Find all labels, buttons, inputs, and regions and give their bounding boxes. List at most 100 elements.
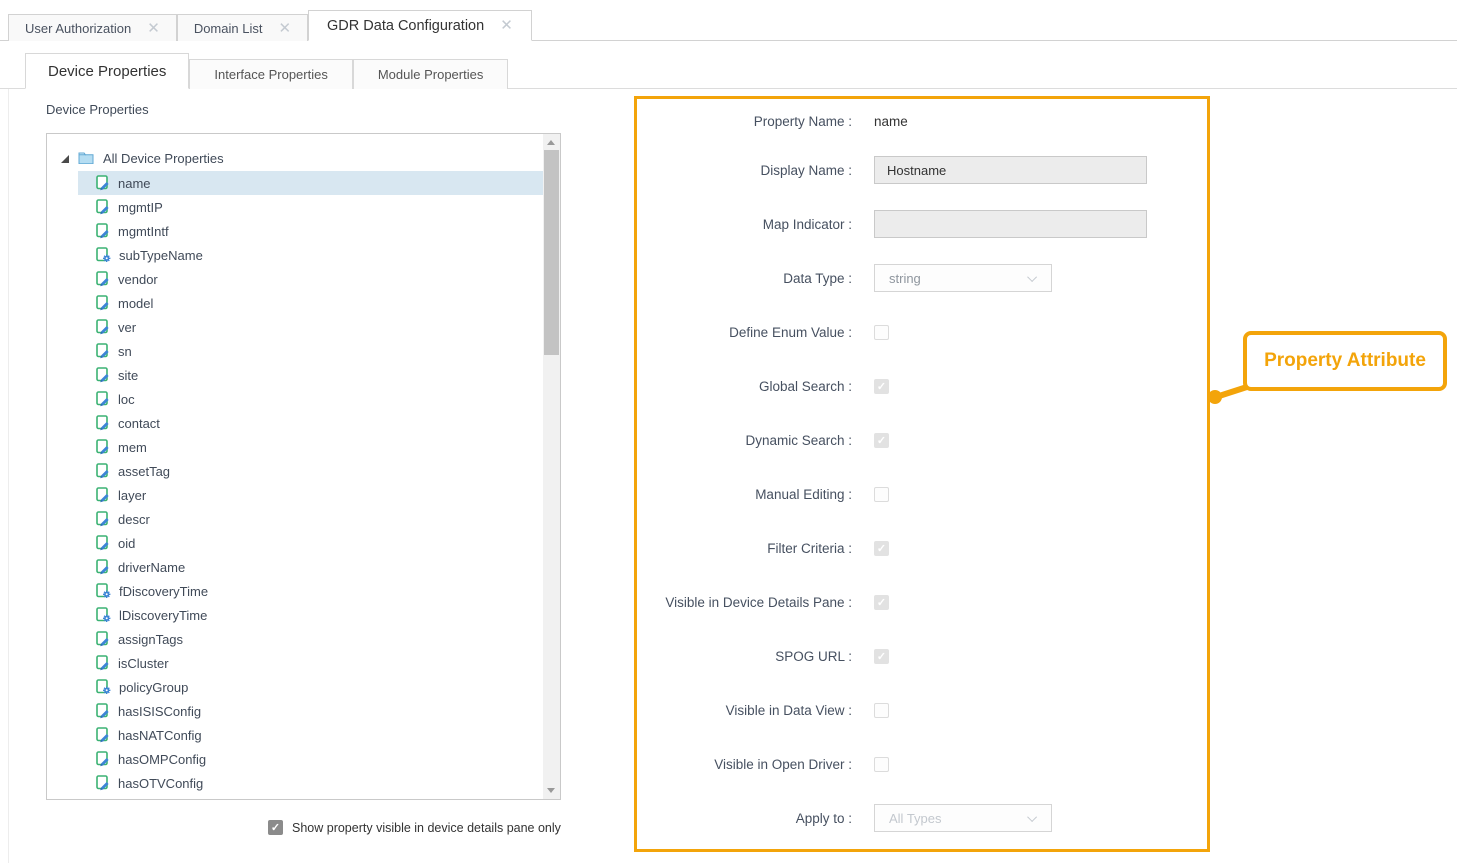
doc-pencil-icon [96, 415, 110, 431]
tree-item-subtypename[interactable]: subTypeName [78, 243, 543, 267]
property-attribute-callout: Property Attribute [1243, 331, 1447, 391]
show-visible-only-checkbox[interactable]: ✓ [268, 820, 283, 835]
tree-item-label: vendor [118, 272, 158, 287]
form-field-label: Dynamic Search : [637, 433, 852, 448]
tree-item-label: driverName [118, 560, 185, 575]
doc-pencil-icon [96, 775, 110, 791]
show-visible-only-label: Show property visible in device details … [292, 821, 561, 835]
chevron-down-icon [1027, 812, 1037, 822]
visible-in-device-details-pane-checkbox [874, 595, 889, 610]
tab-label: User Authorization [25, 21, 131, 36]
tree-item-iscluster[interactable]: isCluster [78, 651, 543, 675]
top-tab-bar: User Authorization ✕ Domain List ✕ GDR D… [0, 0, 1457, 41]
form-field-control [874, 757, 889, 772]
scrollbar-thumb[interactable] [544, 150, 559, 355]
doc-pencil-icon [96, 487, 110, 503]
visible-in-open-driver-checkbox[interactable] [874, 757, 889, 772]
tree-root-all-device-properties[interactable]: All Device Properties [61, 146, 560, 171]
tree-item-ldiscoverytime[interactable]: lDiscoveryTime [78, 603, 543, 627]
data-type-select[interactable]: string [874, 264, 1052, 292]
tree-item-contact[interactable]: contact [78, 411, 543, 435]
apply-to-select[interactable]: All Types [874, 804, 1052, 832]
tree-item-oid[interactable]: oid [78, 531, 543, 555]
tree-scrollbar [543, 134, 560, 799]
tree-item-hasvxlanconfig[interactable]: hasVXLANConfig [78, 795, 543, 800]
tree-item-assettag[interactable]: assetTag [78, 459, 543, 483]
close-icon[interactable]: ✕ [278, 21, 291, 36]
tree-item-mem[interactable]: mem [78, 435, 543, 459]
doc-pencil-icon [96, 343, 110, 359]
visible-in-data-view-checkbox[interactable] [874, 703, 889, 718]
form-field-control [874, 541, 889, 556]
property-name-value: name [874, 114, 908, 129]
tree-item-hasisisconfig[interactable]: hasISISConfig [78, 699, 543, 723]
tree-item-mgmtip[interactable]: mgmtIP [78, 195, 543, 219]
tree-item-policygroup[interactable]: policyGroup [78, 675, 543, 699]
form-field-label: Display Name : [637, 163, 852, 178]
display-name-input[interactable]: Hostname [874, 156, 1147, 184]
tab-interface-properties[interactable]: Interface Properties [189, 59, 352, 89]
tree-item-name[interactable]: name [78, 171, 543, 195]
data-type-selected-value: string [889, 271, 921, 286]
tree-item-loc[interactable]: loc [78, 387, 543, 411]
tree-item-layer[interactable]: layer [78, 483, 543, 507]
tree-item-ver[interactable]: ver [78, 315, 543, 339]
form-field-label: Manual Editing : [637, 487, 852, 502]
tree-item-mgmtintf[interactable]: mgmtIntf [78, 219, 543, 243]
doc-pencil-icon [96, 463, 110, 479]
form-row-map-indicator: Map Indicator : [637, 197, 1207, 251]
tree-item-label: mem [118, 440, 147, 455]
tab-domain-list[interactable]: Domain List ✕ [177, 14, 308, 41]
tab-gdr-data-configuration[interactable]: GDR Data Configuration ✕ [308, 10, 532, 41]
tree-item-fdiscoverytime[interactable]: fDiscoveryTime [78, 579, 543, 603]
tree-item-label: hasOTVConfig [118, 776, 203, 791]
tab-label: Domain List [194, 21, 263, 36]
global-search-checkbox [874, 379, 889, 394]
tree-item-vendor[interactable]: vendor [78, 267, 543, 291]
doc-pencil-icon [96, 439, 110, 455]
form-field-label: Property Name : [637, 114, 852, 129]
manual-editing-checkbox[interactable] [874, 487, 889, 502]
tree-item-hasotvconfig[interactable]: hasOTVConfig [78, 771, 543, 795]
expanded-node-icon[interactable] [61, 155, 69, 163]
tree-item-assigntags[interactable]: assignTags [78, 627, 543, 651]
form-row-data-type: Data Type : string [637, 251, 1207, 305]
dynamic-search-checkbox [874, 433, 889, 448]
map-indicator-input[interactable] [874, 210, 1147, 238]
doc-gear-icon [96, 679, 111, 695]
form-row-spog-url: SPOG URL : [637, 629, 1207, 683]
tree-item-label: hasVXLANConfig [118, 800, 219, 801]
tree-item-label: descr [118, 512, 150, 527]
doc-pencil-icon [96, 391, 110, 407]
doc-pencil-icon [96, 319, 110, 335]
show-visible-only-option: ✓ Show property visible in device detail… [268, 820, 561, 835]
tree-item-sn[interactable]: sn [78, 339, 543, 363]
tree-item-model[interactable]: model [78, 291, 543, 315]
scroll-down-icon[interactable] [547, 788, 555, 793]
tree-item-label: sn [118, 344, 132, 359]
tree-item-label: policyGroup [119, 680, 188, 695]
doc-pencil-icon [96, 631, 110, 647]
scroll-up-icon[interactable] [547, 140, 555, 145]
form-row-visible-in-open-driver: Visible in Open Driver : [637, 737, 1207, 791]
close-icon[interactable]: ✕ [147, 21, 160, 36]
form-field-label: Data Type : [637, 271, 852, 286]
tree-item-label: hasISISConfig [118, 704, 201, 719]
define-enum-value-checkbox[interactable] [874, 325, 889, 340]
form-field-label: Visible in Data View : [637, 703, 852, 718]
doc-pencil-icon [96, 559, 110, 575]
tree-item-label: assignTags [118, 632, 183, 647]
tree-item-hasompconfig[interactable]: hasOMPConfig [78, 747, 543, 771]
tab-device-properties[interactable]: Device Properties [25, 53, 189, 89]
tree-item-descr[interactable]: descr [78, 507, 543, 531]
tree-item-site[interactable]: site [78, 363, 543, 387]
form-row-global-search: Global Search : [637, 359, 1207, 413]
tab-module-properties[interactable]: Module Properties [353, 59, 509, 89]
form-field-control [874, 210, 1147, 238]
spog-url-checkbox [874, 649, 889, 664]
tree-item-label: hasOMPConfig [118, 752, 206, 767]
tree-item-drivername[interactable]: driverName [78, 555, 543, 579]
close-icon[interactable]: ✕ [500, 18, 513, 33]
tab-user-authorization[interactable]: User Authorization ✕ [8, 14, 177, 41]
tree-item-hasnatconfig[interactable]: hasNATConfig [78, 723, 543, 747]
